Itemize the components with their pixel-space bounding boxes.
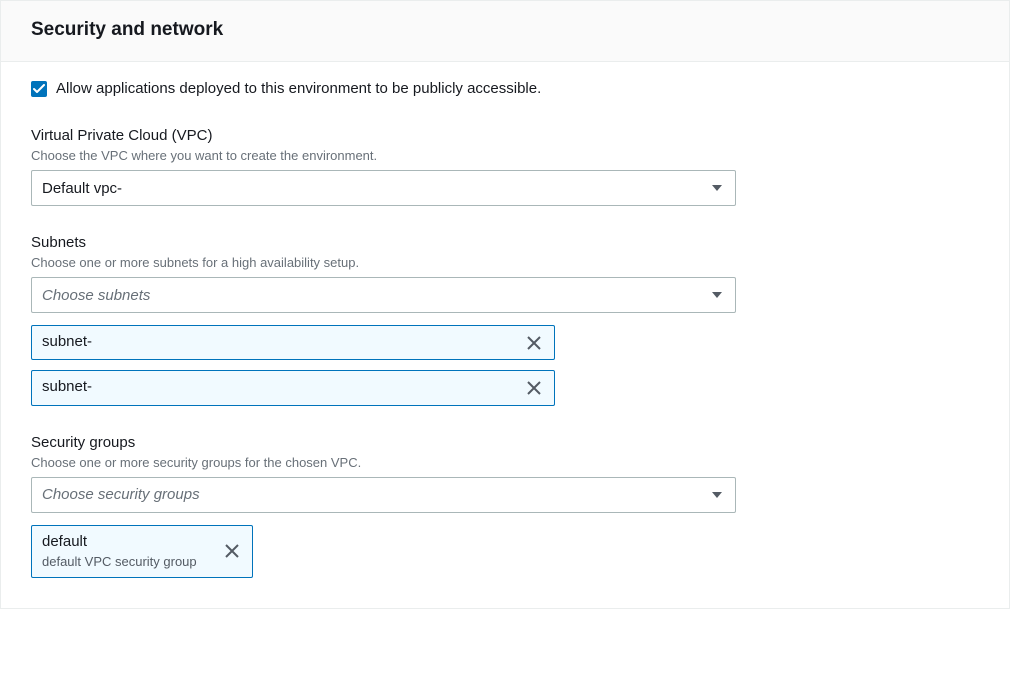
subnet-token-label: subnet- — [42, 377, 504, 397]
security-group-token: default default VPC security group — [31, 525, 253, 579]
vpc-select[interactable]: Default vpc- — [31, 170, 736, 206]
subnets-tokens: subnet- subnet- — [31, 325, 979, 406]
chevron-down-icon — [712, 292, 722, 298]
subnets-select[interactable]: Choose subnets — [31, 277, 736, 313]
check-icon — [33, 84, 45, 94]
vpc-hint: Choose the VPC where you want to create … — [31, 148, 979, 163]
remove-subnet-button[interactable] — [514, 371, 554, 404]
security-and-network-panel: Security and network Allow applications … — [0, 0, 1010, 609]
subnet-token-label: subnet- — [42, 332, 504, 352]
public-access-label[interactable]: Allow applications deployed to this envi… — [56, 80, 541, 97]
subnets-field: Subnets Choose one or more subnets for a… — [31, 234, 979, 406]
security-groups-label: Security groups — [31, 434, 979, 451]
subnets-label: Subnets — [31, 234, 979, 251]
public-access-row: Allow applications deployed to this envi… — [31, 80, 979, 97]
vpc-select-value: Default vpc- — [42, 180, 122, 197]
chevron-down-icon — [712, 492, 722, 498]
close-icon — [224, 543, 240, 559]
chevron-down-icon — [712, 185, 722, 191]
subnet-token: subnet- — [31, 370, 555, 405]
remove-subnet-button[interactable] — [514, 326, 554, 359]
close-icon — [526, 380, 542, 396]
panel-title: Security and network — [31, 19, 989, 41]
security-groups-hint: Choose one or more security groups for t… — [31, 455, 979, 470]
panel-body: Allow applications deployed to this envi… — [1, 62, 1009, 608]
security-groups-placeholder: Choose security groups — [42, 486, 200, 503]
security-group-token-label: default — [42, 532, 202, 552]
close-icon — [526, 335, 542, 351]
vpc-label: Virtual Private Cloud (VPC) — [31, 127, 979, 144]
subnets-placeholder: Choose subnets — [42, 287, 150, 304]
public-access-checkbox[interactable] — [31, 81, 47, 97]
remove-security-group-button[interactable] — [212, 526, 252, 578]
subnet-token-body: subnet- — [32, 371, 514, 404]
subnets-hint: Choose one or more subnets for a high av… — [31, 255, 979, 270]
security-group-token-body: default default VPC security group — [32, 526, 212, 578]
subnet-token: subnet- — [31, 325, 555, 360]
security-groups-select[interactable]: Choose security groups — [31, 477, 736, 513]
panel-header: Security and network — [1, 1, 1009, 62]
security-groups-field: Security groups Choose one or more secur… — [31, 434, 979, 579]
security-group-token-sub: default VPC security group — [42, 553, 202, 571]
subnet-token-body: subnet- — [32, 326, 514, 359]
vpc-field: Virtual Private Cloud (VPC) Choose the V… — [31, 127, 979, 206]
security-groups-tokens: default default VPC security group — [31, 525, 979, 579]
